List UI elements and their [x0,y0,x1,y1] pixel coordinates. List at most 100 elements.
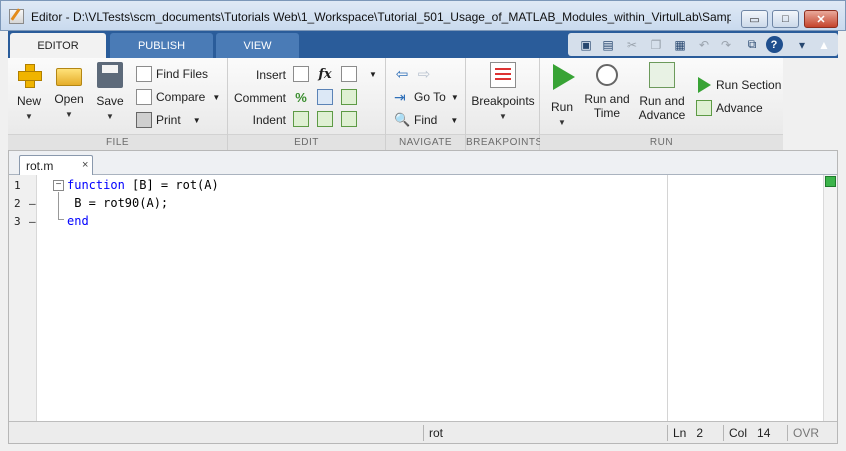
insert-function-icon[interactable]: fx [317,66,333,82]
tab-view[interactable]: VIEW [216,33,299,58]
file-tab-name: rot.m [26,159,54,173]
copy-icon[interactable]: ❐ [646,35,666,54]
help-icon[interactable]: ? [764,35,784,54]
maximize-button[interactable]: □ [772,10,799,28]
new-plus-icon [16,62,42,88]
printer-icon [136,112,152,128]
goto-icon: ⇥ [394,89,406,105]
breakpoint-marker[interactable]: – [29,215,36,228]
open-button[interactable]: Open ▼ [54,62,84,122]
editor-app-icon [9,9,24,24]
vertical-scrollbar[interactable] [823,175,837,421]
keyword-end: end [67,214,89,228]
find-files-button[interactable]: Find Files [136,66,208,82]
code-line-2: B = rot90(A); [67,196,169,210]
open-dropdown-icon: ▼ [65,110,73,119]
toolstrip-menu-icon[interactable]: ▾ [792,35,812,54]
find-files-icon [136,66,152,82]
save-button[interactable]: Save ▼ [95,62,125,124]
cut-icon[interactable]: ✂ [622,35,642,54]
close-tab-icon[interactable]: × [82,159,88,171]
goto-button[interactable]: ⇥ Go To ▼ [394,89,459,105]
status-column: Col 14 [723,425,787,441]
minimize-button[interactable]: ▭ [741,10,768,28]
file-section-label: FILE [8,134,227,150]
compare-icon [136,89,152,105]
breakpoint-marker[interactable]: – [29,197,36,210]
advance-button[interactable]: Advance [696,100,763,116]
right-text-limit-line [667,175,668,421]
save-icon[interactable]: ▤ [598,35,618,54]
paste-icon[interactable]: ▦ [670,35,690,54]
increase-indent-icon[interactable] [317,111,333,127]
code-analyzer-ok-icon[interactable] [825,176,836,187]
line-number: 1 [14,179,21,192]
navigate-section-label: NAVIGATE [386,134,465,150]
find-dropdown-icon: ▼ [450,115,459,125]
run-and-time-button[interactable]: Run and Time [584,62,630,120]
close-button[interactable]: ✕ [804,10,838,28]
tab-publish[interactable]: PUBLISH [110,33,213,58]
find-button[interactable]: 🔍 Find ▼ [394,112,458,128]
print-button[interactable]: Print ▼ [136,112,201,128]
file-section: New ▼ Open ▼ Save ▼ Find Files Compare ▼… [8,58,228,150]
run-and-advance-button[interactable]: Run and Advance [638,62,686,122]
breakpoints-dropdown-icon: ▼ [499,112,507,121]
run-button[interactable]: Run ▼ [548,62,576,130]
uncomment-icon[interactable] [317,89,333,105]
insert-dropdown-icon[interactable]: ▼ [365,66,381,82]
status-bar: rot Ln 2 Col 14 OVR [9,421,837,443]
document-area: rot.m × 1 2 – 3 – − function [B] = rot(A… [8,150,838,444]
indent-label: Indent [252,113,286,127]
run-play-icon [553,64,575,90]
run-section: Run ▼ Run and Time Run and Advance Run S… [540,58,783,150]
toolstrip-tabs: EDITOR PUBLISH VIEW ▣ ▤ ✂ ❐ ▦ ↶ ↷ ⧉ ? ▾ … [8,31,838,59]
insert-block-icon[interactable] [341,66,357,82]
undo-icon[interactable]: ↶ [694,35,714,54]
code-editor[interactable]: 1 2 – 3 – − function [B] = rot(A) B = ro… [9,175,823,421]
switch-windows-icon[interactable]: ⧉ [742,35,762,54]
forward-arrow-icon[interactable]: ⇨ [416,66,432,83]
compare-dropdown-icon: ▼ [212,92,221,102]
decrease-indent-icon[interactable] [341,111,357,127]
breakpoints-icon [490,62,516,88]
compare-button[interactable]: Compare ▼ [136,89,220,105]
wrap-comments-icon[interactable] [341,89,357,105]
advance-icon [696,100,712,116]
close-icon: ✕ [816,13,826,26]
run-section-icon [696,77,712,93]
comment-label: Comment [233,91,286,105]
minimize-toolstrip-icon[interactable]: ▲ [814,35,834,54]
comment-icon[interactable]: % [293,89,309,105]
code-line-1: function [B] = rot(A) [67,178,219,192]
edit-section: Insert Comment Indent fx ▼ % EDIT [228,58,386,150]
new-button[interactable]: New ▼ [16,62,42,124]
status-function-name: rot [423,425,667,441]
breakpoints-section-label: BREAKPOINTS [466,134,542,150]
insert-label: Insert [255,68,286,82]
insert-section-icon[interactable] [293,66,309,82]
run-section-button[interactable]: Run Section [696,77,781,93]
window-title: Editor - D:\VLTests\scm_documents\Tutori… [31,10,731,24]
status-line: Ln 2 [667,425,723,441]
print-dropdown-icon: ▼ [192,115,201,125]
status-overwrite-mode: OVR [787,425,835,441]
breakpoints-button[interactable]: Breakpoints ▼ [471,62,535,124]
window-titlebar: Editor - D:\VLTests\scm_documents\Tutori… [0,0,846,31]
file-tab-rot[interactable]: rot.m × [19,155,93,175]
editor-ribbon: New ▼ Open ▼ Save ▼ Find Files Compare ▼… [8,58,783,150]
maximize-icon: □ [782,13,789,25]
new-document-icon[interactable]: ▣ [576,35,596,54]
new-dropdown-icon: ▼ [25,112,33,121]
line-number: 3 [14,215,21,228]
minimize-icon: ▭ [749,13,760,26]
save-disk-icon [97,62,123,88]
redo-icon[interactable]: ↷ [716,35,736,54]
fold-guide-end [58,219,64,220]
code-fold-icon[interactable]: − [53,180,64,191]
fold-guide [58,192,59,219]
smart-indent-icon[interactable] [293,111,309,127]
tab-editor[interactable]: EDITOR [10,33,106,59]
back-arrow-icon[interactable]: ⇦ [394,66,410,83]
keyword-function: function [67,178,125,192]
